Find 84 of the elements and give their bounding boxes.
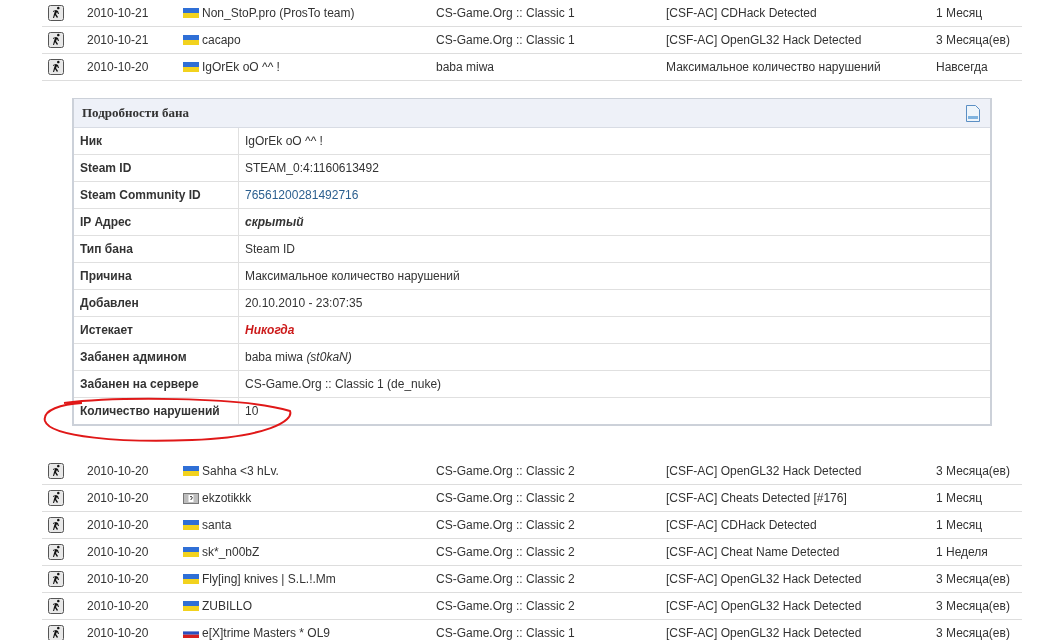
- player-nick: Fly[ing] knives | S.L.!.Mm: [202, 572, 336, 586]
- ban-reason: [CSF-AC] OpenGL32 Hack Detected: [666, 572, 863, 586]
- ban-length: 1 Месяц: [936, 491, 984, 505]
- ban-date: 2010-10-20: [87, 518, 150, 532]
- ban-reason: Максимальное количество нарушений: [666, 60, 882, 74]
- ban-reason: [CSF-AC] CDHack Detected: [666, 6, 818, 20]
- game-icon: [48, 463, 64, 479]
- ban-reason: [CSF-AC] OpenGL32 Hack Detected: [666, 33, 863, 47]
- server-name: CS-Game.Org :: Classic 2: [436, 572, 576, 586]
- profile-link[interactable]: 76561200281492716: [245, 188, 359, 202]
- ban-date: 2010-10-20: [87, 572, 150, 586]
- player-nick: ekzotikkk: [202, 491, 252, 505]
- server-name: CS-Game.Org :: Classic 1: [436, 6, 576, 20]
- field-value: Steam ID: [245, 242, 295, 256]
- ban-reason: [CSF-AC] CDHack Detected: [666, 518, 818, 532]
- game-icon: [48, 598, 64, 614]
- ban-length: 3 Месяца(ев): [936, 599, 1011, 613]
- server-name: baba miwa: [436, 60, 496, 74]
- ban-length: Навсегда: [936, 60, 989, 74]
- server-name: CS-Game.Org :: Classic 1: [436, 626, 576, 640]
- ban-date: 2010-10-21: [87, 33, 150, 47]
- panel-title: Подробности бана: [82, 105, 189, 121]
- ban-date: 2010-10-20: [87, 464, 150, 478]
- game-icon: [48, 571, 64, 587]
- player-nick: sk*_n00bZ: [202, 545, 260, 559]
- game-icon: [48, 59, 64, 75]
- ban-length: 1 Месяц: [936, 6, 984, 20]
- field-label: Steam Community ID: [74, 182, 239, 208]
- ban-date: 2010-10-21: [87, 6, 150, 20]
- player-nick: cacapo: [202, 33, 241, 47]
- ban-date: 2010-10-20: [87, 599, 150, 613]
- server-name: CS-Game.Org :: Classic 1: [436, 33, 576, 47]
- player-nick: e[X]trime Masters * OL9: [202, 626, 331, 640]
- player-nick: Sahha <3 hLv.: [202, 464, 279, 478]
- field-label: IP Адрес: [74, 209, 239, 235]
- server-name: CS-Game.Org :: Classic 2: [436, 599, 576, 613]
- field-label: Истекает: [74, 317, 239, 343]
- game-icon: [48, 517, 64, 533]
- field-label: Причина: [74, 263, 239, 289]
- player-nick: ZUBILLO: [202, 599, 252, 613]
- ban-length: 1 Неделя: [936, 545, 989, 559]
- ban-length: 3 Месяца(ев): [936, 33, 1011, 47]
- ban-reason: [CSF-AC] OpenGL32 Hack Detected: [666, 464, 863, 478]
- ban-reason: [CSF-AC] Cheat Name Detected: [666, 545, 841, 559]
- field-label: Ник: [74, 128, 239, 154]
- ban-date: 2010-10-20: [87, 60, 150, 74]
- game-icon: [48, 32, 64, 48]
- ban-date: 2010-10-20: [87, 545, 150, 559]
- ban-date: 2010-10-20: [87, 491, 150, 505]
- ban-length: 1 Месяц: [936, 518, 984, 532]
- ban-reason: [CSF-AC] Cheats Detected [#176]: [666, 491, 848, 505]
- field-label: Забанен админом: [74, 344, 239, 370]
- document-icon[interactable]: [966, 104, 980, 122]
- game-icon: [48, 5, 64, 21]
- player-nick: IgOrEk oO ^^ !: [202, 60, 280, 74]
- field-value: STEAM_0:4:1160613492: [245, 161, 379, 175]
- player-nick: santa: [202, 518, 232, 532]
- field-value: 20.10.2010 - 23:07:35: [245, 296, 363, 310]
- field-value: Максимальное количество нарушений: [245, 269, 460, 283]
- field-label: Забанен на сервере: [74, 371, 239, 397]
- ban-length: 3 Месяца(ев): [936, 626, 1011, 640]
- server-name: CS-Game.Org :: Classic 2: [436, 491, 576, 505]
- game-icon: [48, 544, 64, 560]
- field-label: Тип бана: [74, 236, 239, 262]
- field-label: Количество нарушений: [74, 398, 239, 424]
- field-value: CS-Game.Org :: Classic 1 (de_nuke): [245, 377, 442, 391]
- field-value: Никогда: [245, 323, 295, 337]
- ban-date: 2010-10-20: [87, 626, 150, 640]
- server-name: CS-Game.Org :: Classic 2: [436, 464, 576, 478]
- player-nick: Non_StoP.pro (ProsTo team): [202, 6, 355, 20]
- field-value: скрытый: [245, 215, 304, 229]
- server-name: CS-Game.Org :: Classic 2: [436, 518, 576, 532]
- ban-reason: [CSF-AC] OpenGL32 Hack Detected: [666, 599, 863, 613]
- field-label: Steam ID: [74, 155, 239, 181]
- field-value: IgOrEk oO ^^ !: [245, 134, 323, 148]
- ban-length: 3 Месяца(ев): [936, 572, 1011, 586]
- game-icon: [48, 625, 64, 640]
- ban-length: 3 Месяца(ев): [936, 464, 1011, 478]
- field-label: Добавлен: [74, 290, 239, 316]
- ban-reason: [CSF-AC] OpenGL32 Hack Detected: [666, 626, 863, 640]
- server-name: CS-Game.Org :: Classic 2: [436, 545, 576, 559]
- game-icon: [48, 490, 64, 506]
- field-value: baba miwa (st0kaN): [245, 350, 352, 364]
- field-value: 10: [245, 404, 259, 418]
